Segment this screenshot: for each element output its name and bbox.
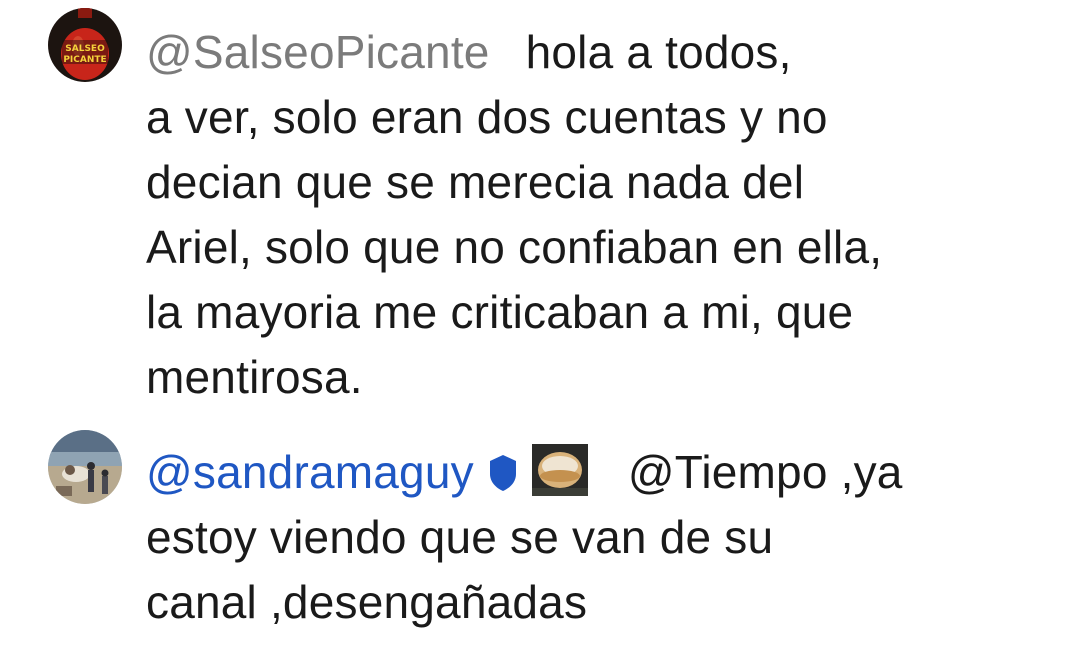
avatar-text-line2: PICANTE <box>63 55 106 65</box>
comment-author-handle[interactable]: @sandramaguy <box>146 446 474 498</box>
comment-item: @sandramaguy @Tiempo ,ya estoy viendo que… <box>0 410 1080 648</box>
blue-shield-icon <box>488 454 518 492</box>
comment-text-line: @Tiempo ,ya <box>627 446 903 498</box>
avatar-text-line1: SALSEO <box>65 44 105 54</box>
avatar[interactable]: SALSEO PICANTE <box>48 8 122 82</box>
comment-first-line: @SalseoPicante hola a todos, <box>146 20 1046 85</box>
comment-text-line: mentirosa. <box>146 351 363 403</box>
comment-text-line: la mayoria me criticaban a mi, que <box>146 286 854 338</box>
comment-body: @SalseoPicante hola a todos, a ver, solo … <box>146 20 1046 410</box>
pastry-photo-icon <box>531 444 588 496</box>
comment-text-line: Ariel, solo que no confiaban en ella, <box>146 221 883 273</box>
salseo-picante-bottle-icon: SALSEO PICANTE <box>48 8 122 82</box>
comment-author-handle[interactable]: @SalseoPicante <box>146 26 490 78</box>
comment-text-line: estoy viendo que se van de su <box>146 511 774 563</box>
beach-people-icon <box>48 430 122 504</box>
comment-text-line: canal ,desengañadas <box>146 576 588 628</box>
comment-first-line: @sandramaguy @Tiempo ,ya <box>146 440 1046 505</box>
comment-text-line: decian que se merecia nada del <box>146 156 805 208</box>
comment-text-line: hola a todos, <box>525 26 792 78</box>
avatar[interactable] <box>48 430 122 504</box>
comment-text-line: a ver, solo eran dos cuentas y no <box>146 91 828 143</box>
comment-body: @sandramaguy @Tiempo ,ya estoy viendo que… <box>146 440 1046 635</box>
comment-item: SALSEO PICANTE @SalseoPicante hola a todo… <box>0 0 1080 410</box>
